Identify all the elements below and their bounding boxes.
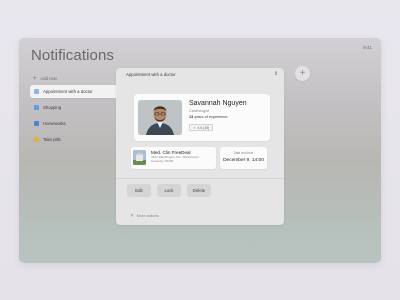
- doctor-specialty: Cardiologist: [189, 109, 210, 113]
- date-label: Date and time: [233, 151, 254, 155]
- add-new-button[interactable]: + Add new: [30, 74, 126, 83]
- star-icon: ★: [193, 125, 197, 130]
- pills-icon: [34, 137, 39, 142]
- clinic-building-icon: [133, 150, 146, 165]
- clock: 9:41: [363, 45, 372, 50]
- sidebar-item-homeworks[interactable]: Homeworks: [30, 117, 126, 130]
- more-actions-button[interactable]: ✕ More actions: [130, 213, 159, 219]
- doctor-photo: [138, 100, 182, 135]
- plus-icon: +: [33, 75, 37, 82]
- clinic-card[interactable]: Med. Clin FreeDeal 4517 Washington Ave. …: [131, 147, 216, 169]
- rating-value: 4.6 (35): [197, 125, 210, 130]
- doctor-icon: [34, 89, 39, 94]
- lock-button[interactable]: Lock: [157, 184, 181, 197]
- appointment-detail-panel: Appointment with a doctor ⇕ Savannah Ngu…: [116, 68, 284, 225]
- add-new-label: Add new: [40, 76, 57, 81]
- panel-header[interactable]: Appointment with a doctor ⇕: [116, 68, 284, 80]
- date-time-card[interactable]: Date and time December 9, 14:00: [220, 147, 267, 169]
- panel-title: Appointment with a doctor: [126, 71, 176, 77]
- doctor-experience: 13 years of experience: [189, 115, 227, 119]
- experience-text: years of experience: [194, 115, 228, 119]
- doctor-name: Savannah Nguyen: [189, 100, 247, 107]
- sidebar-item-label: Shopping: [43, 105, 62, 110]
- chevron-updown-icon[interactable]: ⇕: [274, 71, 278, 77]
- sidebar-item-appointment[interactable]: Appointment with a doctor: [30, 85, 126, 98]
- date-value: December 9, 14:00: [223, 158, 264, 163]
- rating-badge: ★ 4.6 (35): [189, 124, 214, 131]
- doctor-portrait-icon: [138, 100, 182, 135]
- sidebar-item-label: Take pills: [43, 137, 61, 142]
- sidebar-item-label: Homeworks: [43, 121, 66, 126]
- doctor-card[interactable]: Savannah Nguyen Cardiologist 13 years of…: [134, 94, 270, 141]
- add-button[interactable]: +: [295, 66, 310, 81]
- page-title: Notifications: [31, 47, 115, 64]
- shopping-icon: [34, 105, 39, 110]
- sidebar: + Add new Appointment with a doctor Shop…: [30, 74, 126, 149]
- edit-button[interactable]: Edit: [127, 184, 151, 197]
- close-icon: ✕: [130, 213, 134, 218]
- sidebar-item-take-pills[interactable]: Take pills: [30, 133, 126, 146]
- clinic-address: 4517 Washington Ave. Manchester, Kentuck…: [151, 155, 200, 163]
- homework-icon: [34, 121, 39, 126]
- action-buttons: Edit Lock Delete: [127, 184, 211, 197]
- divider: [116, 178, 284, 179]
- more-actions-label: More actions: [136, 214, 159, 218]
- sidebar-item-label: Appointment with a doctor: [43, 89, 93, 94]
- experience-years: 13: [189, 115, 194, 119]
- sidebar-item-shopping[interactable]: Shopping: [30, 101, 126, 114]
- clinic-image: [133, 150, 146, 165]
- app-window: Notifications 9:41 + Add new Appointment…: [19, 38, 381, 263]
- delete-button[interactable]: Delete: [187, 184, 211, 197]
